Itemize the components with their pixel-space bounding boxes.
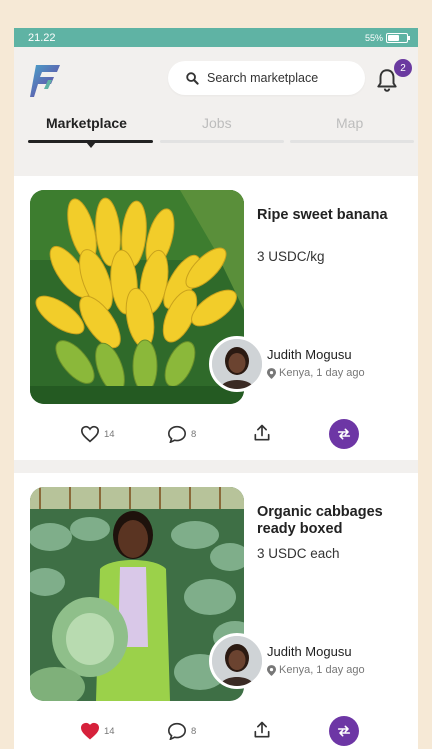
seller-avatar[interactable] xyxy=(209,336,265,392)
location-pin-icon xyxy=(267,664,276,676)
status-bar: 21.22 55% xyxy=(14,28,418,47)
search-icon xyxy=(186,71,199,85)
status-time: 21.22 xyxy=(28,31,56,44)
battery-fill xyxy=(388,34,399,41)
like-count: 14 xyxy=(104,428,115,440)
tab-marketplace[interactable]: Marketplace xyxy=(46,115,127,131)
post-price: 3 USDC/kg xyxy=(257,249,325,264)
trade-button[interactable] xyxy=(329,419,359,449)
post-title[interactable]: Ripe sweet banana xyxy=(257,207,407,224)
seller-location: Kenya, 1 day ago xyxy=(267,367,365,379)
app-header: Search marketplace 2 xyxy=(14,47,418,107)
active-tab-caret xyxy=(86,142,96,148)
battery-icon xyxy=(386,32,410,43)
like-count: 14 xyxy=(104,725,115,737)
share-button[interactable] xyxy=(252,720,272,740)
notification-badge: 2 xyxy=(394,59,412,77)
post-actions: 14 8 xyxy=(14,417,418,451)
comment-count: 8 xyxy=(191,428,197,440)
comment-button[interactable]: 8 xyxy=(167,722,196,740)
comment-button[interactable]: 8 xyxy=(167,425,196,443)
comment-icon xyxy=(167,425,187,443)
comment-icon xyxy=(167,722,187,740)
search-placeholder: Search marketplace xyxy=(207,71,319,85)
battery-percent: 55% xyxy=(364,32,383,43)
like-button[interactable]: 14 xyxy=(80,425,115,443)
post-actions: 14 8 xyxy=(14,714,418,748)
seller-name[interactable]: Judith Mogusu xyxy=(267,644,352,659)
tab-indicator xyxy=(160,140,284,143)
seller-avatar[interactable] xyxy=(209,633,265,689)
tab-indicator xyxy=(290,140,414,143)
tab-bar: Marketplace Jobs Map xyxy=(14,107,418,148)
like-button[interactable]: 14 xyxy=(80,722,115,740)
swap-icon xyxy=(337,725,351,737)
post-price: 3 USDC each xyxy=(257,546,340,561)
tab-map[interactable]: Map xyxy=(336,115,363,131)
trade-button[interactable] xyxy=(329,716,359,746)
heart-filled-icon xyxy=(80,722,100,740)
post-title[interactable]: Organic cabbages ready boxed xyxy=(257,504,407,538)
search-bar[interactable]: Search marketplace xyxy=(168,61,365,95)
post-card[interactable]: Organic cabbages ready boxed 3 USDC each… xyxy=(14,473,418,749)
app-logo[interactable] xyxy=(30,63,62,99)
share-icon xyxy=(254,424,270,441)
location-text: Kenya, 1 day ago xyxy=(279,367,365,379)
seller-name[interactable]: Judith Mogusu xyxy=(267,347,352,362)
battery-indicator: 55% xyxy=(364,32,410,43)
share-icon xyxy=(254,721,270,738)
share-button[interactable] xyxy=(252,423,272,443)
swap-icon xyxy=(337,428,351,440)
location-text: Kenya, 1 day ago xyxy=(279,664,365,676)
location-pin-icon xyxy=(267,367,276,379)
seller-location: Kenya, 1 day ago xyxy=(267,664,365,676)
app-screen: 21.22 55% Search marketplace 2 Marketpla… xyxy=(14,28,418,749)
comment-count: 8 xyxy=(191,725,197,737)
tab-jobs[interactable]: Jobs xyxy=(202,115,232,131)
post-card[interactable]: Ripe sweet banana 3 USDC/kg Judith Mogus… xyxy=(14,176,418,460)
heart-icon xyxy=(80,425,100,443)
